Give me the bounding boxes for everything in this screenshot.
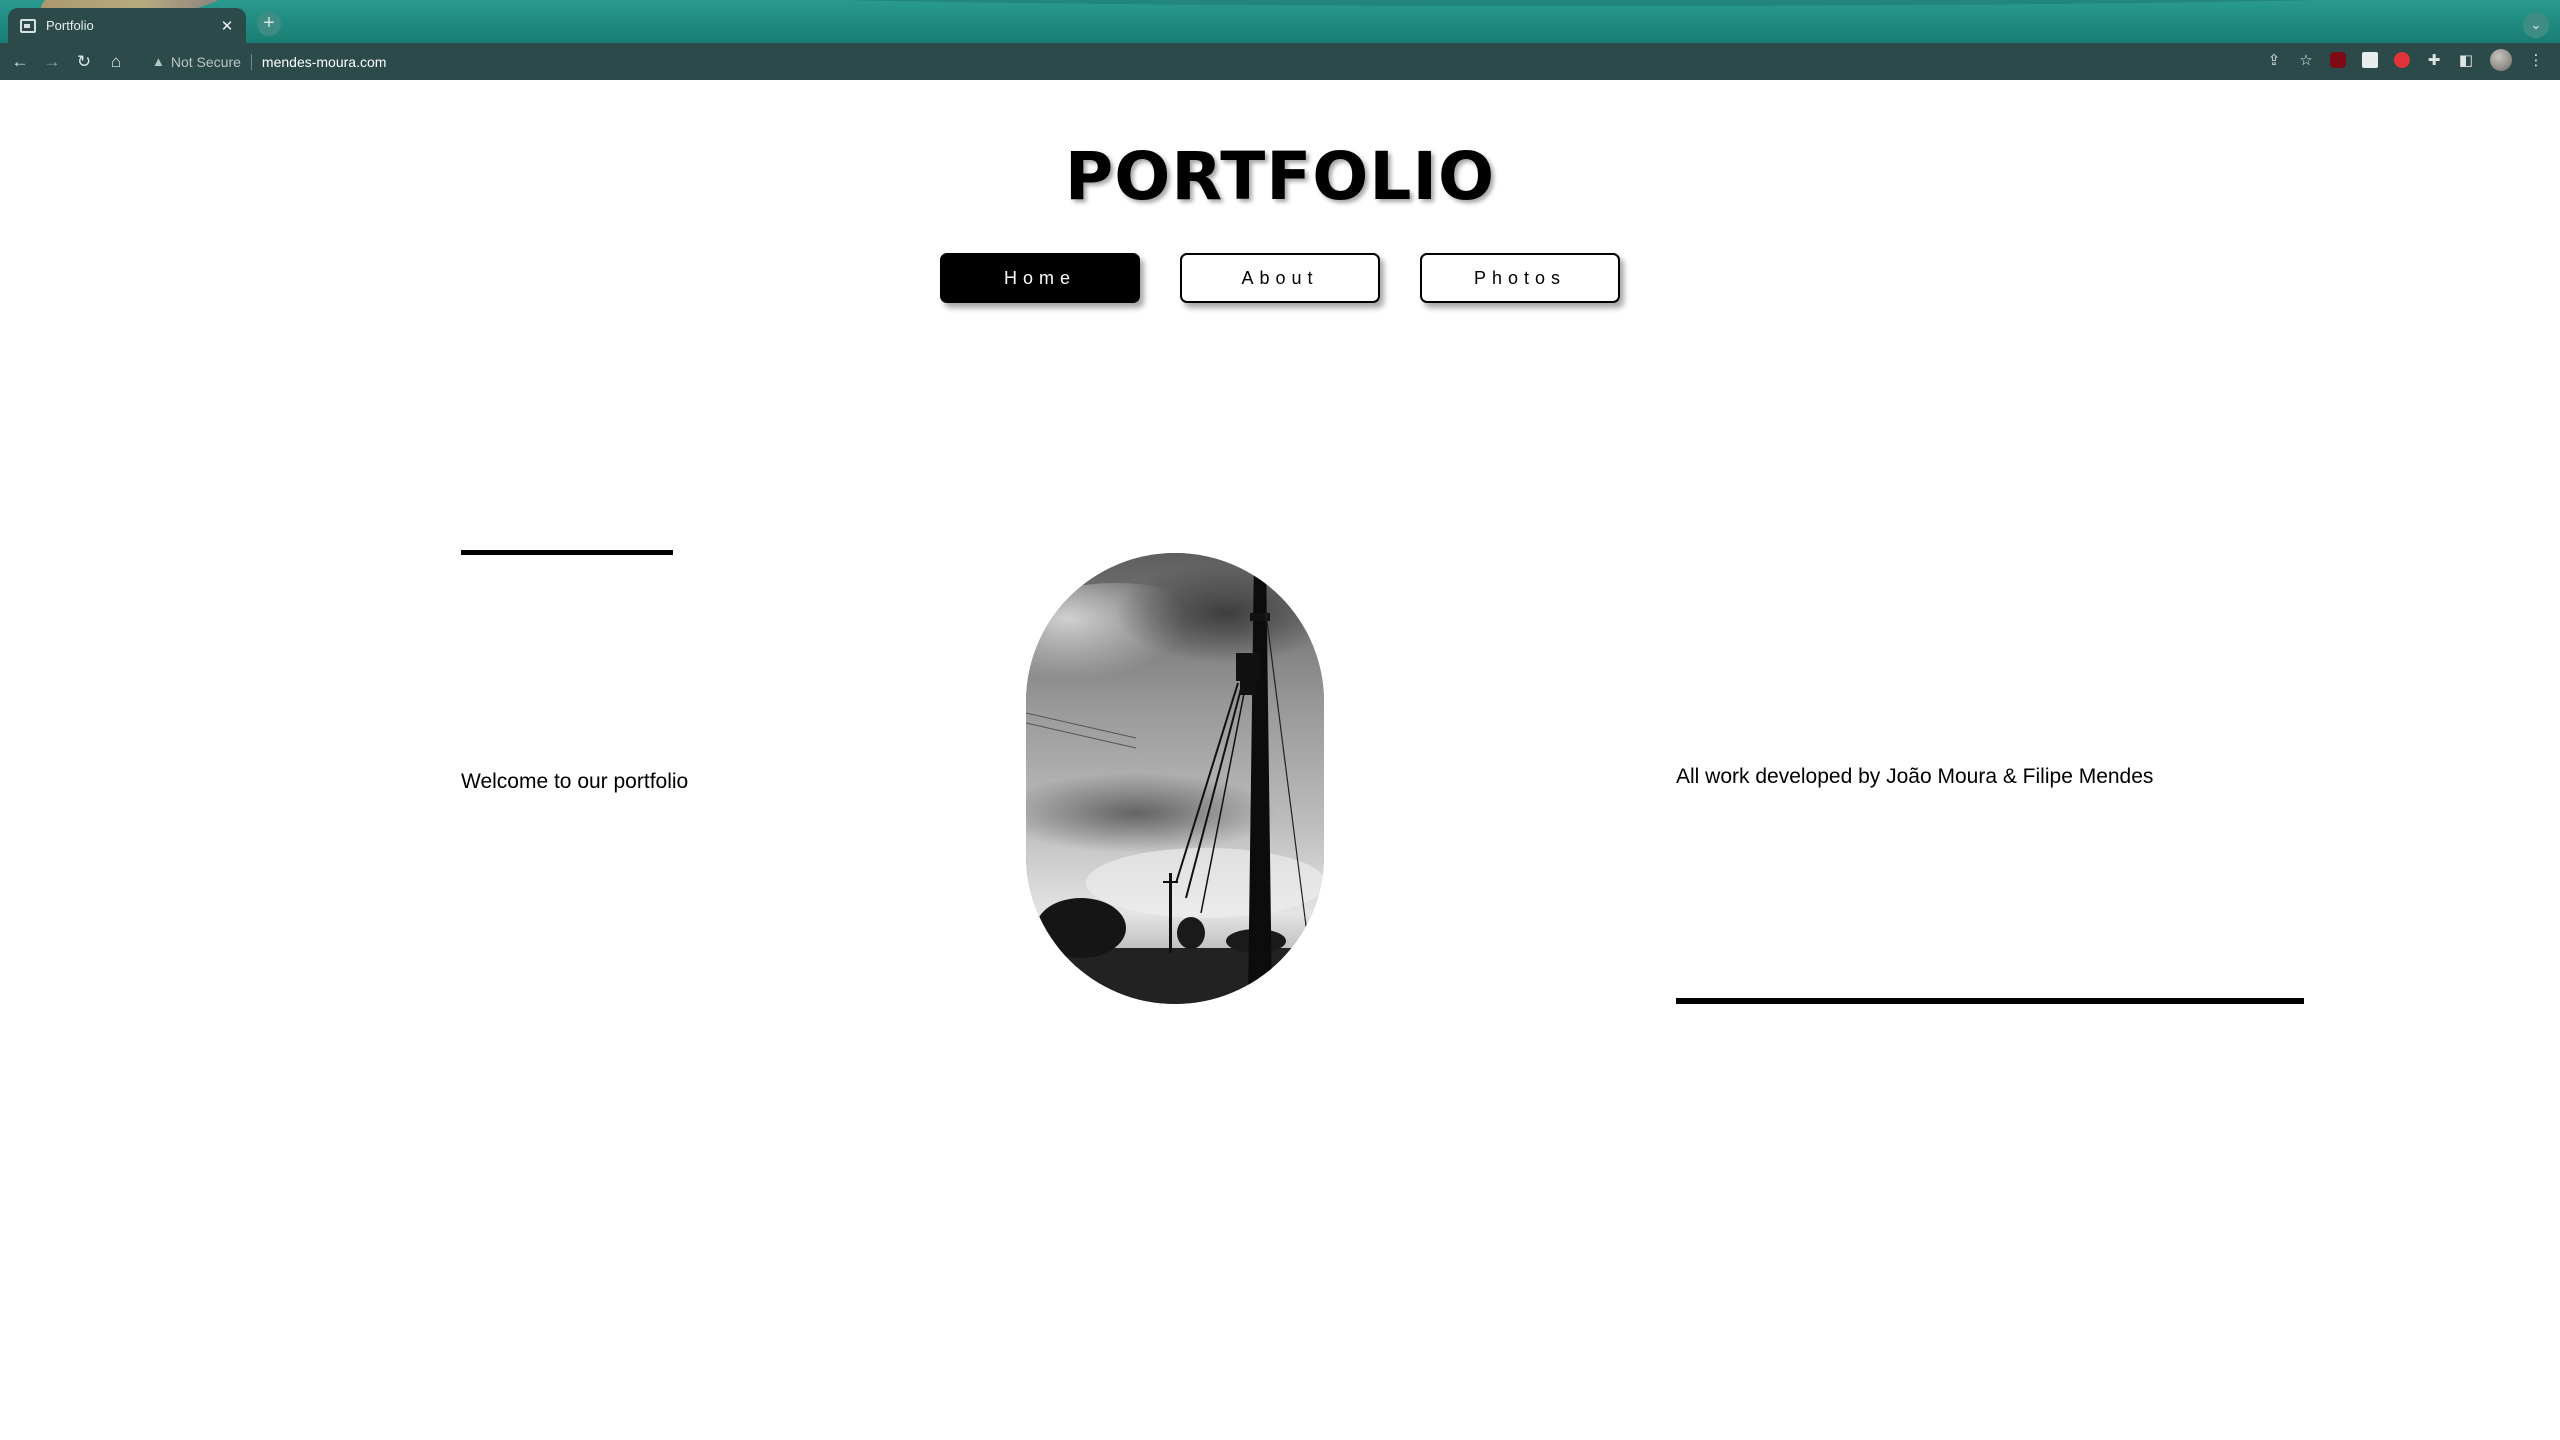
security-label[interactable]: Not Secure [171,54,241,70]
new-tab-button[interactable]: + [257,12,281,36]
tab-title: Portfolio [46,18,94,33]
browser-toolbar: ← → ↻ ⌂ ▲ Not Secure mendes-moura.com ⇪ … [0,43,2560,80]
chevron-down-icon: ⌄ [2530,17,2542,32]
browser-tabstrip: Portfolio ✕ + ⌄ [0,0,2560,43]
ublock-extension-icon[interactable] [2330,52,2346,68]
forward-arrow-icon[interactable]: → [36,52,68,72]
decorative-rule-left [461,550,673,555]
site-title: PORTFOLIO [1064,138,1496,215]
navigation-buttons: ← → ↻ ⌂ [4,52,132,72]
decorative-rule-right [1676,998,2304,1004]
close-icon[interactable]: ✕ [218,17,236,35]
credit-text: All work developed by João Moura & Filip… [1676,765,2154,788]
nav-home-button[interactable]: Home [940,253,1140,303]
web-page: PORTFOLIO Home About Photos Welcome to o… [0,80,2560,1440]
welcome-text: Welcome to our portfolio [461,770,689,793]
reload-icon[interactable]: ↻ [68,52,100,72]
toolbar-actions: ⇪ ☆ ✚ ◧ ⋮ [2258,49,2552,71]
warning-icon: ▲ [152,54,165,69]
tab-search-button[interactable]: ⌄ [2523,12,2549,38]
site-nav: Home About Photos [940,253,1620,303]
utility-pole-photo [1026,553,1324,1004]
home-icon[interactable]: ⌂ [100,52,132,72]
puzzle-extensions-icon[interactable]: ✚ [2418,51,2450,69]
more-menu-icon[interactable]: ⋮ [2520,51,2552,69]
bookmark-star-icon[interactable]: ☆ [2290,51,2322,69]
omnibox-divider [250,53,252,70]
plus-icon: + [263,12,275,34]
theme-artwork-wave [680,0,2480,6]
back-arrow-icon[interactable]: ← [4,52,36,72]
favicon-icon [20,18,36,33]
side-panel-icon[interactable]: ◧ [2450,51,2482,69]
share-icon[interactable]: ⇪ [2258,51,2290,69]
hero-photo [1026,553,1324,1004]
red-extension-icon[interactable] [2394,52,2410,68]
address-bar[interactable]: ▲ Not Secure mendes-moura.com [152,49,386,75]
nav-photos-button[interactable]: Photos [1420,253,1620,303]
browser-tab[interactable]: Portfolio ✕ [8,8,246,43]
nav-about-button[interactable]: About [1180,253,1380,303]
shield-extension-icon[interactable] [2362,52,2378,68]
profile-avatar[interactable] [2490,49,2512,71]
url-text[interactable]: mendes-moura.com [262,54,387,70]
